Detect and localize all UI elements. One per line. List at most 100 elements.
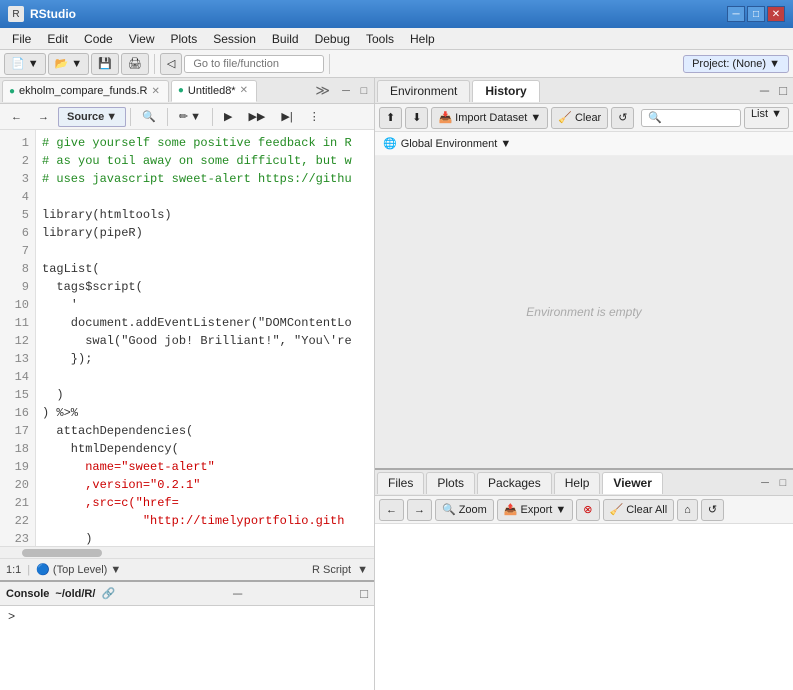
viewer-home-button[interactable]: ⌂ xyxy=(677,499,698,521)
clear-env-button[interactable]: 🧹 Clear xyxy=(551,107,608,129)
close-button[interactable]: ✕ xyxy=(767,6,785,22)
tab-environment[interactable]: Environment xyxy=(377,80,470,102)
viewer-fwd-button[interactable]: → xyxy=(407,499,432,521)
source-button[interactable]: Source ▼ xyxy=(58,107,126,127)
console-prompt: > xyxy=(8,610,15,624)
files-minimize-button[interactable]: ─ xyxy=(757,475,773,491)
clear-all-icon: 🧹 xyxy=(610,503,624,516)
viewer-fwd-icon: → xyxy=(414,504,425,516)
minimize-button[interactable]: ─ xyxy=(727,6,745,22)
wand-button[interactable]: ✏ ▼ xyxy=(172,107,208,127)
list-view-button[interactable]: List ▼ xyxy=(744,107,789,129)
refresh-env-button[interactable]: ↺ xyxy=(611,107,634,129)
new-file-icon: 📄 xyxy=(11,57,25,70)
load-button[interactable]: ⬆ xyxy=(379,107,402,129)
zoom-icon: 🔍 xyxy=(442,503,456,516)
run-button[interactable]: ▶ xyxy=(217,107,239,127)
code-area[interactable]: 1234 5678 9101112 13141516 17181920 2122… xyxy=(0,130,374,558)
tab-untitled[interactable]: ● Untitled8* ✕ xyxy=(171,80,257,102)
editor-status: 1:1 | 🔵 (Top Level) ▼ R Script ▼ xyxy=(0,558,374,580)
env-minimize-button[interactable]: ─ xyxy=(756,83,773,98)
tab-minimize-button[interactable]: ─ xyxy=(338,83,354,99)
tab-history[interactable]: History xyxy=(472,80,539,102)
editor-fwd-button[interactable]: → xyxy=(31,107,56,127)
files-panel: Files Plots Packages Help Viewer ─ □ ← → xyxy=(375,470,793,690)
refresh-icon: ↺ xyxy=(618,111,627,124)
run-document-button[interactable]: ▶| xyxy=(274,107,299,127)
console-minimize[interactable]: ─ xyxy=(233,586,242,601)
nav-back-icon: ◁ xyxy=(167,57,175,70)
main-toolbar: 📄 ▼ 📂 ▼ 💾 🖨 ◁ Project: (None) ▼ xyxy=(0,50,793,78)
tab-untitled-close[interactable]: ✕ xyxy=(240,85,248,96)
env-search-input[interactable] xyxy=(641,109,741,127)
menu-debug[interactable]: Debug xyxy=(307,30,358,48)
console-path: ~/old/R/ xyxy=(55,588,95,600)
zoom-button[interactable]: 🔍 Zoom xyxy=(435,499,494,521)
search-button[interactable]: 🔍 xyxy=(135,107,163,127)
export-label: Export ▼ xyxy=(521,504,567,516)
tab-files[interactable]: Files xyxy=(377,472,424,494)
menu-view[interactable]: View xyxy=(121,30,163,48)
open-arrow: ▼ xyxy=(71,58,82,70)
editor-back-button[interactable]: ← xyxy=(4,107,29,127)
files-toolbar: ← → 🔍 Zoom 📤 Export ▼ ⊗ 🧹 C xyxy=(375,496,793,524)
export-button[interactable]: 📤 Export ▼ xyxy=(497,499,573,521)
menu-code[interactable]: Code xyxy=(76,30,121,48)
import-dataset-button[interactable]: 📥 Import Dataset ▼ xyxy=(431,107,548,129)
open-file-button[interactable]: 📂 ▼ xyxy=(48,53,90,75)
maximize-button[interactable]: □ xyxy=(747,6,765,22)
run-all-button[interactable]: ▶▶ xyxy=(241,107,272,127)
app-title: RStudio xyxy=(30,7,727,21)
goto-input[interactable] xyxy=(184,55,324,73)
more-button[interactable]: ⋮ xyxy=(302,107,327,127)
tab-plots[interactable]: Plots xyxy=(426,472,475,494)
files-maximize-button[interactable]: □ xyxy=(775,475,791,491)
menu-file[interactable]: File xyxy=(4,30,39,48)
menu-session[interactable]: Session xyxy=(205,30,264,48)
print-icon: 🖨 xyxy=(128,57,142,70)
delete-icon: ⊗ xyxy=(583,503,592,516)
menu-edit[interactable]: Edit xyxy=(39,30,76,48)
tab-ekholm[interactable]: ● ekholm_compare_funds.R ✕ xyxy=(2,80,169,102)
env-tab-actions: ─ □ xyxy=(756,83,791,98)
viewer-back-button[interactable]: ← xyxy=(379,499,404,521)
clear-env-icon: 🧹 xyxy=(558,111,572,124)
global-env-selector[interactable]: 🌐 Global Environment ▼ xyxy=(383,137,511,150)
line-numbers: 1234 5678 9101112 13141516 17181920 2122… xyxy=(0,130,36,546)
toolbar-sep-1 xyxy=(154,54,155,74)
menu-build[interactable]: Build xyxy=(264,30,307,48)
env-maximize-button[interactable]: □ xyxy=(775,83,791,98)
new-file-button[interactable]: 📄 ▼ xyxy=(4,53,46,75)
zoom-label: Zoom xyxy=(459,504,487,516)
editor-scrollbar[interactable] xyxy=(0,546,374,558)
console-maximize[interactable]: □ xyxy=(360,586,368,601)
title-bar: R RStudio ─ □ ✕ xyxy=(0,0,793,28)
editor-scrollbar-thumb[interactable] xyxy=(22,549,102,557)
tab-packages[interactable]: Packages xyxy=(477,472,552,494)
viewer-refresh-icon: ↺ xyxy=(708,503,717,516)
source-dropdown-icon: ▼ xyxy=(106,111,117,123)
print-button[interactable]: 🖨 xyxy=(121,53,149,75)
script-type-dropdown[interactable]: ▼ xyxy=(357,564,368,576)
editor-toolbar-sep-1 xyxy=(130,108,131,126)
code-editor[interactable]: # give yourself some positive feedback i… xyxy=(36,130,374,546)
project-selector[interactable]: Project: (None) ▼ xyxy=(683,55,789,73)
save-env-button[interactable]: ⬇ xyxy=(405,107,428,129)
delete-viewer-button[interactable]: ⊗ xyxy=(576,499,599,521)
tab-maximize-button[interactable]: □ xyxy=(356,83,372,99)
clear-all-button[interactable]: 🧹 Clear All xyxy=(603,499,675,521)
editor-tabs: ● ekholm_compare_funds.R ✕ ● Untitled8* … xyxy=(0,78,374,104)
tab-ekholm-close[interactable]: ✕ xyxy=(151,86,159,97)
viewer-refresh-button[interactable]: ↺ xyxy=(701,499,724,521)
nav-back-button[interactable]: ◁ xyxy=(160,53,182,75)
tab-viewer[interactable]: Viewer xyxy=(602,472,662,494)
context-dropdown[interactable]: ▼ xyxy=(110,564,121,576)
tab-help[interactable]: Help xyxy=(554,472,601,494)
context-indicator: 🔵 (Top Level) ▼ xyxy=(36,563,121,576)
open-icon: 📂 xyxy=(55,57,69,70)
save-button[interactable]: 💾 xyxy=(91,53,119,75)
menu-help[interactable]: Help xyxy=(402,30,443,48)
menu-tools[interactable]: Tools xyxy=(358,30,402,48)
menu-plots[interactable]: Plots xyxy=(163,30,206,48)
tab-more-button[interactable]: ≫ xyxy=(311,82,334,99)
